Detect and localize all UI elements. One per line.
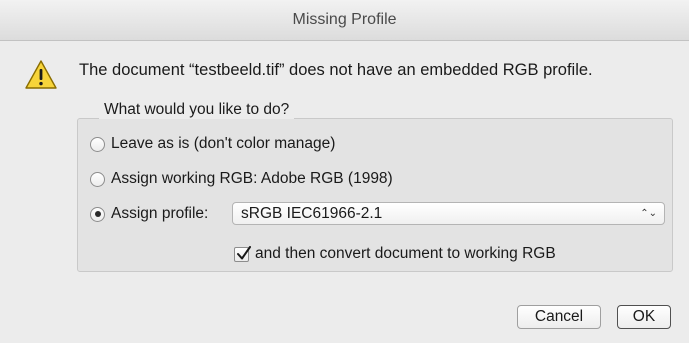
profile-select[interactable]: sRGB IEC61966-2.1 ⌃⌄ — [232, 202, 665, 225]
radio-label: Leave as is (don't color manage) — [111, 135, 336, 152]
radio-button[interactable] — [90, 171, 105, 187]
up-down-arrows-icon: ⌃⌄ — [640, 208, 657, 219]
cancel-button[interactable]: Cancel — [517, 305, 601, 329]
convert-checkbox-label: and then convert document to working RGB — [255, 245, 556, 262]
radio-button-selected[interactable] — [90, 206, 105, 222]
convert-checkbox-row[interactable]: and then convert document to working RGB — [234, 245, 556, 263]
radio-label: Assign working RGB: Adobe RGB (1998) — [111, 170, 393, 187]
window-title: Missing Profile — [0, 0, 689, 41]
radio-assign-profile[interactable]: Assign profile: — [90, 205, 208, 223]
radio-button[interactable] — [90, 136, 105, 152]
ok-button[interactable]: OK — [617, 305, 671, 329]
radio-leave-as-is[interactable]: Leave as is (don't color manage) — [90, 135, 335, 153]
dialog-message: The document “testbeeld.tif” does not ha… — [79, 61, 593, 79]
radio-label: Assign profile: — [111, 205, 209, 222]
options-group-legend: What would you like to do? — [99, 101, 295, 119]
profile-select-value: sRGB IEC61966-2.1 — [241, 205, 383, 222]
warning-icon — [24, 59, 58, 91]
radio-assign-working-rgb[interactable]: Assign working RGB: Adobe RGB (1998) — [90, 170, 393, 188]
checkmark-icon — [237, 245, 251, 259]
convert-checkbox[interactable] — [234, 245, 251, 262]
